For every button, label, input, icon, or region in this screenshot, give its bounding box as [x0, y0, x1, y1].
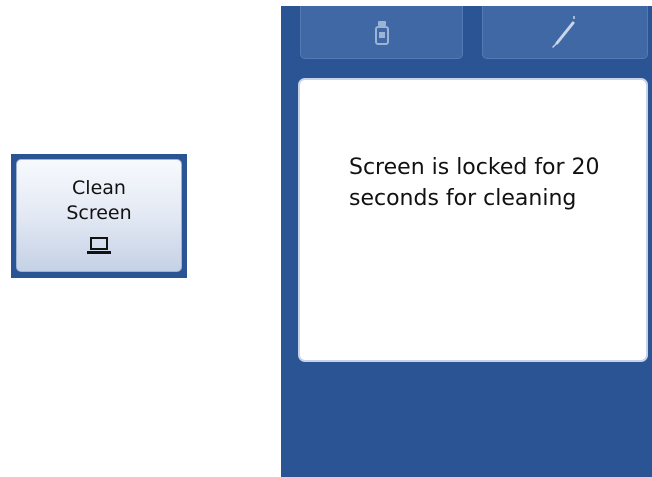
lock-message: Screen is locked for 20 seconds for clea… [349, 155, 600, 211]
laptop-icon [87, 237, 111, 254]
device-panel: Screen is locked for 20 seconds for clea… [281, 6, 652, 477]
pen-tool-button[interactable] [482, 6, 648, 59]
screen-lock-dialog: Screen is locked for 20 seconds for clea… [298, 78, 648, 362]
clean-screen-label: Clean Screen [66, 177, 132, 224]
bottle-tool-button[interactable] [300, 6, 463, 59]
clean-screen-button[interactable]: Clean Screen [16, 159, 182, 272]
pen-icon [552, 16, 575, 48]
clean-screen-button-frame: Clean Screen [11, 154, 187, 278]
bottle-icon [375, 21, 389, 45]
